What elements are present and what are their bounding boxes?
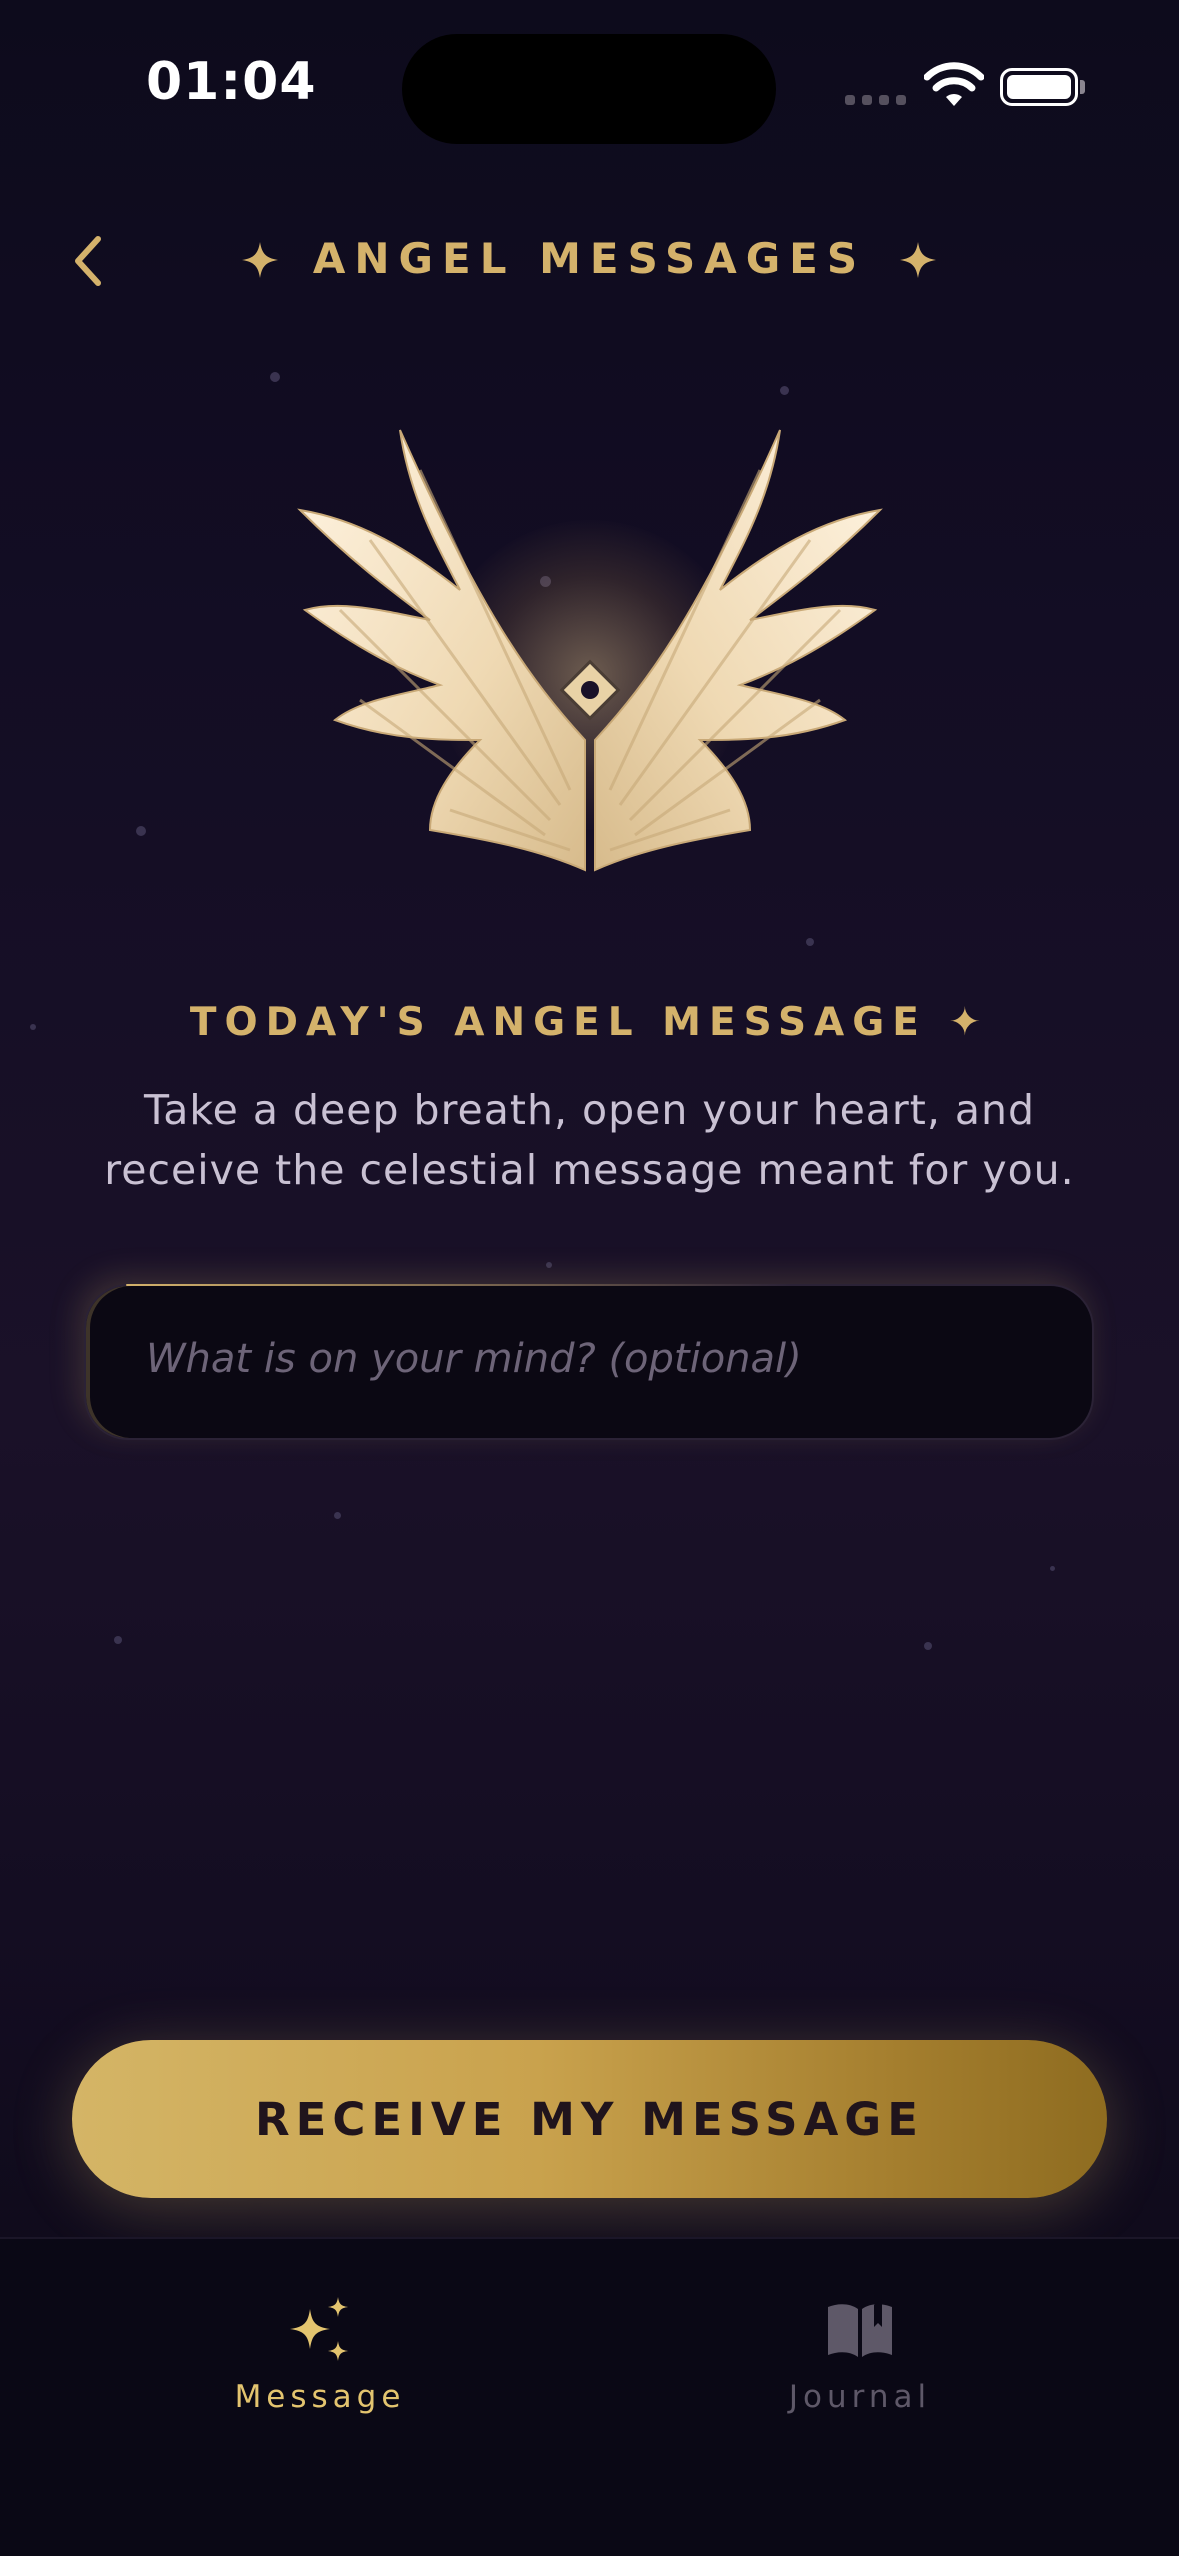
star-decoration: [1050, 1566, 1055, 1571]
receive-message-button[interactable]: RECEIVE MY MESSAGE: [72, 2040, 1107, 2198]
star-decoration: [780, 386, 789, 395]
star-decoration: [136, 826, 146, 836]
sparkle-icon: [900, 242, 936, 278]
tab-message-label: Message: [234, 2379, 406, 2415]
star-decoration: [334, 1512, 341, 1519]
dynamic-island: [402, 34, 776, 144]
battery-cap: [1080, 80, 1085, 94]
star-decoration: [270, 372, 280, 382]
star-decoration: [114, 1636, 122, 1644]
intention-input[interactable]: [146, 1336, 1046, 1382]
intention-input-container[interactable]: [84, 1284, 1094, 1440]
page-title: ANGEL MESSAGES: [312, 234, 867, 283]
star-decoration: [806, 938, 814, 946]
section-subtitle: Take a deep breath, open your heart, and…: [104, 1086, 1075, 1194]
tab-bar: Message Journal: [0, 2237, 1179, 2556]
section-title: TODAY'S ANGEL MESSAGE ✦: [189, 1000, 990, 1045]
tab-journal-label: Journal: [788, 2379, 932, 2415]
battery-icon: [1000, 68, 1078, 106]
wifi-icon: [924, 62, 984, 106]
open-book-icon: [828, 2299, 892, 2357]
tab-message[interactable]: Message: [180, 2293, 460, 2415]
status-time: 01:04: [146, 52, 317, 112]
cellular-signal-icon: [845, 95, 906, 105]
star-decoration: [546, 1262, 552, 1268]
sparkles-icon: [290, 2297, 348, 2361]
star-decoration: [924, 1642, 932, 1650]
tab-journal[interactable]: Journal: [720, 2293, 1000, 2415]
angel-wings-icon: [297, 429, 883, 872]
